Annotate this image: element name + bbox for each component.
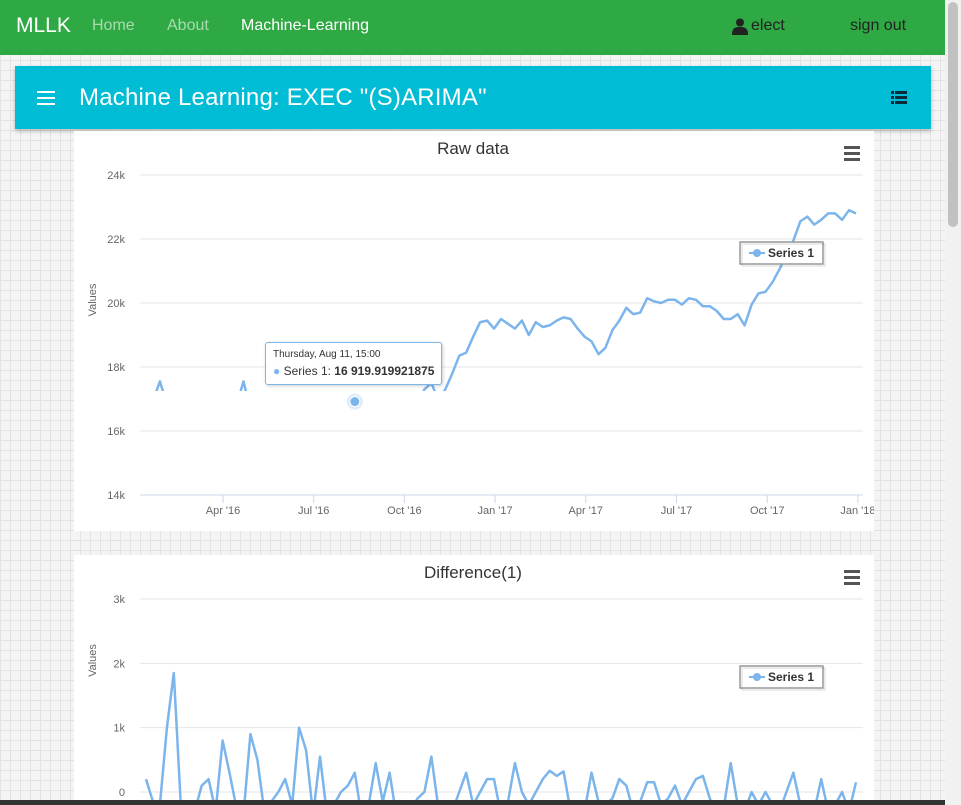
chart-title: Difference(1): [424, 563, 522, 582]
y-tick-label: 1k: [113, 723, 125, 735]
x-tick-label: Jul '17: [661, 505, 692, 517]
tooltip-date: Thursday, Aug 11, 15:00: [273, 349, 381, 360]
nav-home[interactable]: Home: [92, 17, 135, 35]
legend-symbol: [753, 249, 761, 257]
y-tick-label: 0: [119, 787, 125, 799]
hover-point: [349, 396, 361, 408]
user-icon: [732, 18, 748, 35]
y-tick-label: 2k: [113, 658, 125, 670]
difference-chart-svg: Difference(1) 0 1k 2k 3k Values Series 1: [87, 563, 863, 805]
y-axis-title: Values: [87, 644, 99, 677]
x-tick-label: Jan '17: [478, 505, 513, 517]
page-header: Machine Learning: EXEC "(S)ARIMA": [15, 66, 931, 129]
raw-data-chart-svg: Raw data 14k 16k 18k 20k 22k 24k Values Apr '16 J…: [87, 139, 874, 517]
tooltip-value: 16 919.919921875: [334, 364, 435, 378]
y-tick-label: 14k: [107, 490, 125, 502]
y-tick-label: 24k: [107, 170, 125, 182]
page-scrollbar[interactable]: [945, 0, 961, 805]
chart-tooltip: Thursday, Aug 11, 15:00 ● Series 1: 16 9…: [265, 342, 443, 385]
y-tick-label: 22k: [107, 234, 125, 246]
tooltip-series: Series 1:: [283, 364, 331, 378]
x-tick-label: Apr '17: [569, 505, 604, 517]
y-tick-label: 20k: [107, 298, 125, 310]
raw-data-chart: Raw data 14k 16k 18k 20k 22k 24k Values Apr '16 J…: [74, 131, 874, 531]
brand-logo[interactable]: MLLK: [16, 14, 71, 38]
legend: Series 1: [739, 665, 826, 691]
chart-menu-icon[interactable]: [844, 570, 860, 588]
navbar: MLLK Home About Machine-Learning elect s…: [0, 0, 945, 55]
legend: Series 1: [739, 241, 826, 267]
x-tick-label: Jul '16: [298, 505, 329, 517]
nav-machine-learning[interactable]: Machine-Learning: [241, 17, 369, 35]
list-icon[interactable]: [891, 91, 907, 105]
difference-chart: Difference(1) 0 1k 2k 3k Values Series 1: [74, 555, 874, 805]
x-tick-label: Oct '16: [387, 505, 422, 517]
chart-menu-icon[interactable]: [844, 146, 860, 164]
series-line: [144, 671, 858, 805]
scrollbar-thumb[interactable]: [948, 2, 958, 227]
hamburger-icon[interactable]: [37, 91, 55, 109]
user-menu[interactable]: elect: [732, 17, 785, 35]
y-tick-label: 3k: [113, 594, 125, 606]
legend-symbol: [753, 673, 761, 681]
username: elect: [751, 17, 785, 34]
y-tick-label: 18k: [107, 362, 125, 374]
chart-title: Raw data: [437, 139, 509, 158]
page-title: Machine Learning: EXEC "(S)ARIMA": [79, 84, 487, 111]
nav-about[interactable]: About: [167, 17, 209, 35]
x-tick-label: Oct '17: [750, 505, 785, 517]
y-axis-title: Values: [87, 283, 99, 316]
y-tick-label: 16k: [107, 426, 125, 438]
legend-label: Series 1: [768, 246, 814, 260]
legend-label: Series 1: [768, 670, 814, 684]
signout-link[interactable]: sign out: [850, 17, 906, 35]
tooltip-dot: ●: [273, 364, 281, 378]
bottom-edge: [0, 800, 945, 805]
x-tick-label: Jan '18: [840, 505, 874, 517]
x-tick-label: Apr '16: [206, 505, 241, 517]
